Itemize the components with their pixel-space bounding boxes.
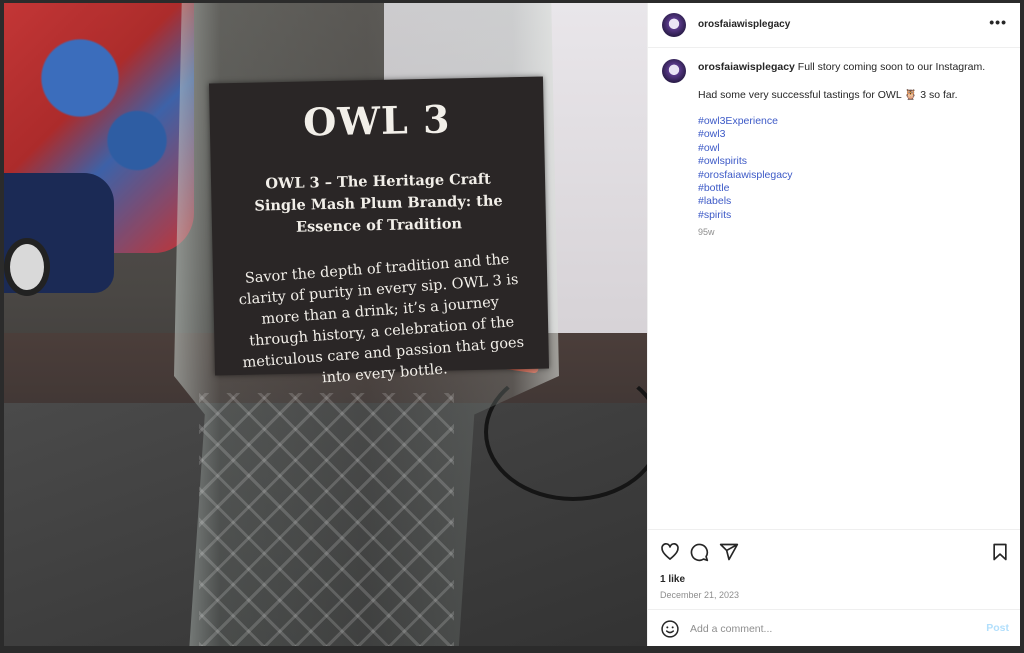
post-age[interactable]: 95w [698, 227, 715, 237]
hashtag-link[interactable]: #owlspirits [698, 155, 793, 168]
caption: orosfaiawisplegacy Full story coming soo… [698, 61, 1008, 102]
action-bar: 1 like December 21, 2023 [648, 529, 1020, 610]
label-title: OWL 3 [302, 96, 451, 145]
comment-input[interactable] [688, 618, 972, 640]
bookmark-icon[interactable] [990, 542, 1010, 562]
post-comment-button[interactable]: Post [986, 622, 1009, 634]
hashtag-link[interactable]: #bottle [698, 182, 793, 195]
like-count[interactable]: 1 like [660, 574, 685, 585]
post-date: December 21, 2023 [660, 590, 740, 600]
hashtag-link[interactable]: #owl [698, 142, 793, 155]
photo-toy-wheel [4, 238, 50, 296]
caption-line-1: Full story coming soon to our Instagram. [797, 61, 986, 73]
label-subtitle: OWL 3 – The Heritage Craft Single Mash P… [231, 168, 526, 240]
post-side-panel: orosfaiawisplegacy ••• orosfaiawisplegac… [647, 3, 1020, 646]
like-heart-icon[interactable] [660, 542, 680, 562]
photo-bottle-pattern [199, 393, 454, 646]
caption-line-2-suffix: 3 so far. [920, 88, 958, 101]
hashtag-link[interactable]: #spirits [698, 209, 793, 222]
hashtag-link[interactable]: #owl3 [698, 128, 793, 141]
avatar[interactable] [662, 13, 686, 37]
label-body: Savor the depth of tradition and the cla… [238, 251, 525, 387]
hashtag-link[interactable]: #owl3Experience [698, 115, 793, 128]
owl-emoji: 🦉 [904, 88, 918, 101]
more-options-icon[interactable]: ••• [989, 14, 1007, 30]
post-photo[interactable]: OWL 3 OWL 3 – The Heritage Craft Single … [4, 3, 647, 646]
label-subtitle-line-2: Single Mash Plum Brandy: the Essence of … [254, 192, 503, 236]
share-icon[interactable] [719, 542, 739, 562]
comment-bar: Post [648, 609, 1020, 646]
hashtag-list: #owl3Experience #owl3 #owl #owlspirits #… [698, 115, 793, 222]
comment-icon[interactable] [689, 542, 709, 562]
post-modal: OWL 3 OWL 3 – The Heritage Craft Single … [4, 3, 1020, 646]
caption-line-2-prefix: Had some very successful tastings for OW… [698, 88, 902, 101]
post-header: orosfaiawisplegacy ••• [648, 3, 1020, 48]
caption-avatar[interactable] [662, 59, 686, 83]
hashtag-link[interactable]: #labels [698, 195, 793, 208]
header-username[interactable]: orosfaiawisplegacy [698, 19, 790, 30]
hashtag-link[interactable]: #orosfaiawisplegacy [698, 169, 793, 182]
bottle-label: OWL 3 OWL 3 – The Heritage Craft Single … [208, 76, 550, 386]
emoji-icon[interactable] [660, 619, 680, 639]
caption-username[interactable]: orosfaiawisplegacy [698, 61, 795, 73]
